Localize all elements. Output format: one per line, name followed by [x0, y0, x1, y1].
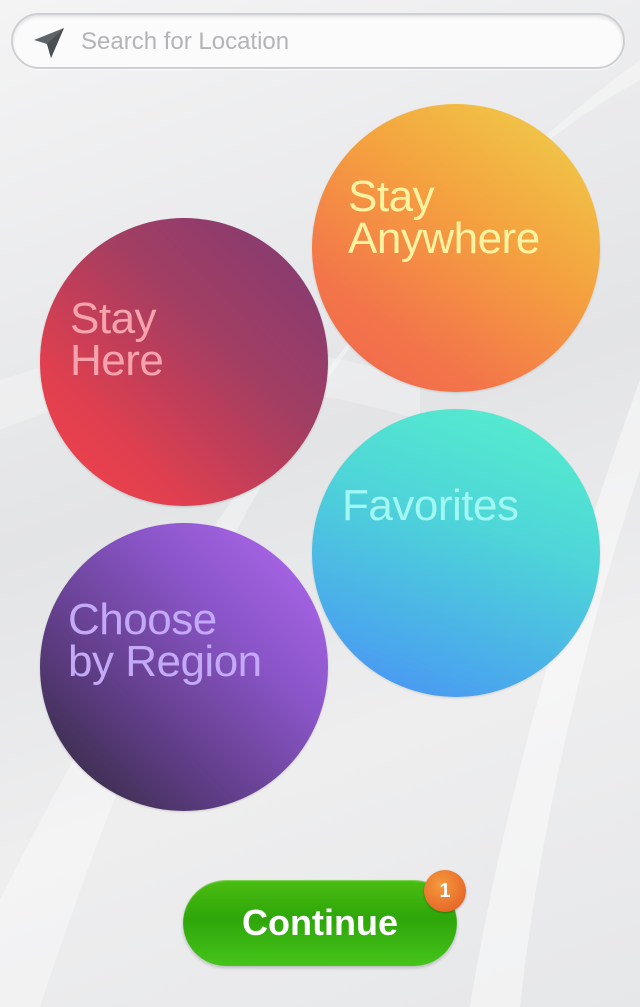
continue-button[interactable]: Continue: [183, 880, 457, 966]
choose-by-region-line1: Choose: [68, 595, 217, 644]
stay-here-label: Stay Here: [70, 294, 164, 385]
stay-anywhere-line2: Anywhere: [348, 214, 540, 263]
favorites-button[interactable]: Favorites: [312, 409, 600, 697]
choose-by-region-line2: by Region: [68, 637, 262, 686]
stay-anywhere-label: Stay Anywhere: [348, 172, 540, 263]
stay-here-button[interactable]: Stay Here: [40, 218, 328, 506]
favorites-label: Favorites: [342, 481, 519, 530]
continue-label: Continue: [242, 902, 398, 943]
choose-by-region-button[interactable]: Choose by Region: [40, 523, 328, 811]
location-arrow-icon[interactable]: [31, 25, 67, 61]
notification-badge: 1: [424, 870, 466, 912]
choose-by-region-label: Choose by Region: [68, 595, 262, 686]
stay-anywhere-button[interactable]: Stay Anywhere: [312, 104, 600, 392]
search-input[interactable]: [81, 23, 601, 61]
search-bar[interactable]: [11, 13, 625, 69]
stay-here-line1: Stay: [70, 294, 157, 343]
stay-anywhere-line1: Stay: [348, 172, 435, 221]
stay-here-line2: Here: [70, 336, 164, 385]
